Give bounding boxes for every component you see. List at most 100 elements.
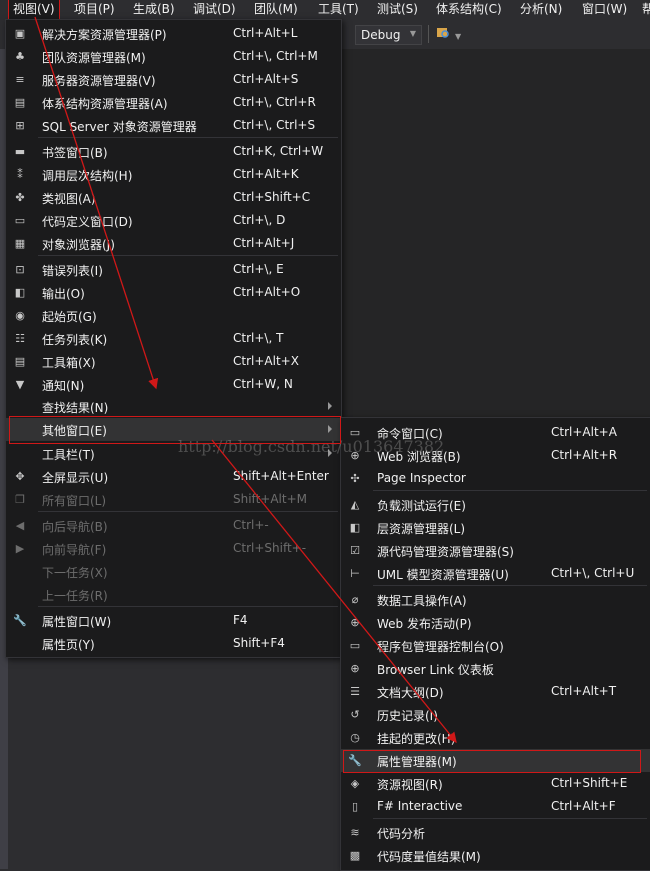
all-windows-icon: ❐ [15,493,25,506]
menu-item-label: 通知(N) [42,379,85,393]
menu-item[interactable]: ▶ 向前导航(F) Ctrl+Shift+- [6,537,341,560]
menu-item[interactable]: 下一任务(X) [6,560,341,583]
menu-item-shortcut: Ctrl+- [233,518,269,532]
menu-item-shortcut: Ctrl+Alt+R [551,448,618,462]
menu-item[interactable]: ▤ 体系结构资源管理器(A) Ctrl+\, Ctrl+R [6,91,341,114]
menu-item[interactable]: 上一任务(R) [6,583,341,606]
menu-item-label: 历史记录(I) [377,709,438,723]
menubar-item[interactable]: 调试(D) [193,0,236,19]
menu-item-label: 工具箱(X) [42,356,96,370]
menu-item[interactable]: ❐ 所有窗口(L) Shift+Alt+M [6,488,341,511]
history-icon: ↺ [350,708,360,721]
menubar-item[interactable]: 测试(S) [377,0,418,19]
configuration-dropdown[interactable]: Debug ▼ [355,25,422,45]
menu-item[interactable]: ▬ 书签窗口(B) Ctrl+K, Ctrl+W [6,140,341,163]
menu-item[interactable]: ⁑ 调用层次结构(H) Ctrl+Alt+K [6,163,341,186]
menu-item[interactable]: ☷ 任务列表(K) Ctrl+\, T [6,327,341,350]
menubar-item[interactable]: 体系结构(C) [436,0,502,19]
menu-item-label: 向前导航(F) [42,543,107,557]
menu-item-shortcut: Ctrl+\, E [233,262,284,276]
start-page-icon: ◉ [15,309,25,322]
menu-item-shortcut: Ctrl+Shift+C [233,190,311,204]
menu-item-label: Page Inspector [377,471,466,485]
menu-item-shortcut: Ctrl+Alt+T [551,684,617,698]
menu-item[interactable]: ◧ 层资源管理器(L) [341,516,650,539]
menu-item-shortcut: Ctrl+W, N [233,377,293,391]
menu-item[interactable]: ⊡ 错误列表(I) Ctrl+\, E [6,258,341,281]
menubar-item[interactable]: 团队(M) [254,0,298,19]
menu-item[interactable]: ◭ 负载测试运行(E) [341,493,650,516]
menu-item[interactable]: ▣ 解决方案资源管理器(P) Ctrl+Alt+L [6,22,341,45]
other-windows-submenu: ▭ 命令窗口(C) Ctrl+Alt+A ⊕ Web 浏览器(B) Ctrl+Alt+R ✣… [340,417,650,871]
menubar-item[interactable]: 分析(N) [520,0,562,19]
menubar-item[interactable]: 项目(P) [74,0,115,19]
menu-item-shortcut: Ctrl+K, Ctrl+W [233,144,324,158]
menu-item-label: 源代码管理资源管理器(S) [377,545,514,559]
chevron-down-icon[interactable]: ▼ [455,32,461,41]
menu-item-label: Browser Link 仪表板 [377,663,494,677]
menubar-item[interactable]: 工具(T) [318,0,359,19]
menu-item-shortcut: Shift+Alt+Enter [233,469,329,483]
menu-item[interactable]: ✤ 类视图(A) Ctrl+Shift+C [6,186,341,209]
menu-item-shortcut: Ctrl+Alt+K [233,167,299,181]
team-explorer-icon: ♣ [15,50,25,63]
menu-item[interactable]: 属性页(Y) Shift+F4 [6,632,341,655]
menu-item-label: 程序包管理器控制台(O) [377,640,504,654]
menu-item[interactable]: ⊞ SQL Server 对象资源管理器 Ctrl+\, Ctrl+S [6,114,341,137]
toolbox-icon: ▤ [14,355,26,368]
navigate-back-icon: ◀ [15,519,25,532]
menu-item[interactable]: ◈ 资源视图(R) Ctrl+Shift+E [341,772,650,795]
menu-item[interactable]: ⊕ Browser Link 仪表板 [341,657,650,680]
data-tools-icon: ⌀ [351,593,359,606]
menu-item[interactable]: ⌀ 数据工具操作(A) [341,588,650,611]
menu-item[interactable]: ▭ 代码定义窗口(D) Ctrl+\, D [6,209,341,232]
menu-item[interactable]: ◧ 输出(O) Ctrl+Alt+O [6,281,341,304]
menu-item[interactable]: ▯ F# Interactive Ctrl+Alt+F [341,795,650,818]
menu-item[interactable]: ▭ 程序包管理器控制台(O) [341,634,650,657]
menubar-item[interactable]: 生成(B) [133,0,175,19]
menu-item[interactable]: ▤ 工具箱(X) Ctrl+Alt+X [6,350,341,373]
menu-item-label: 文档大纲(D) [377,686,444,700]
layer-explorer-icon: ◧ [349,521,361,534]
menu-item[interactable]: ◷ 挂起的更改(H) [341,726,650,749]
sql-server-icon: ⊞ [15,119,25,132]
menu-item[interactable]: ☰ 文档大纲(D) Ctrl+Alt+T [341,680,650,703]
configuration-value: Debug [361,28,401,42]
menu-item[interactable]: ✥ 全屏显示(U) Shift+Alt+Enter [6,465,341,488]
menu-item[interactable]: ☑ 源代码管理资源管理器(S) [341,539,650,562]
menu-item[interactable]: 🔧 属性窗口(W) F4 [6,609,341,632]
menu-item-label: 其他窗口(E) [42,424,107,438]
menu-item-label: 所有窗口(L) [42,494,107,508]
menu-item[interactable]: ▩ 代码度量值结果(M) [341,844,650,867]
menu-separator [38,606,338,607]
menu-item-label: 体系结构资源管理器(A) [42,97,168,111]
menubar-item[interactable]: 帮 [642,0,650,19]
menu-item[interactable]: ▼ 通知(N) Ctrl+W, N [6,373,341,396]
menu-item-label: 数据工具操作(A) [377,594,467,608]
menubar-item[interactable]: 窗口(W) [582,0,627,19]
menu-item[interactable]: ✣ Page Inspector [341,467,650,490]
menu-item-label: 属性页(Y) [42,638,95,652]
menu-item[interactable]: ♣ 团队资源管理器(M) Ctrl+\, Ctrl+M [6,45,341,68]
menu-item-label: UML 模型资源管理器(U) [377,568,509,582]
menu-item-shortcut: Ctrl+Alt+F [551,799,616,813]
menu-separator [38,137,338,138]
menu-item[interactable]: ↺ 历史记录(I) [341,703,650,726]
menu-item-shortcut: Ctrl+Alt+O [233,285,301,299]
menu-item-label: Web 发布活动(P) [377,617,472,631]
menu-item[interactable]: 查找结果(N) [6,395,341,418]
menu-item[interactable]: ⊢ UML 模型资源管理器(U) Ctrl+\, Ctrl+U [341,562,650,585]
menu-item[interactable]: ◀ 向后导航(B) Ctrl+- [6,514,341,537]
find-in-files-icon[interactable] [436,27,451,40]
menu-separator [373,585,647,586]
menu-item[interactable]: ⊕ Web 发布活动(P) [341,611,650,634]
menu-item[interactable]: 🔧 属性管理器(M) [341,749,650,772]
class-view-icon: ✤ [15,191,25,204]
menu-item[interactable]: ≋ 代码分析 [341,821,650,844]
menu-item[interactable]: ≡ 服务器资源管理器(V) Ctrl+Alt+S [6,68,341,91]
menu-item[interactable]: ◉ 起始页(G) [6,304,341,327]
menu-item-shortcut: Ctrl+\, T [233,331,284,345]
menu-item-shortcut: Ctrl+\, D [233,213,286,227]
menubar-item[interactable]: 视图(V) [8,0,60,20]
menu-item[interactable]: ▦ 对象浏览器(J) Ctrl+Alt+J [6,232,341,255]
